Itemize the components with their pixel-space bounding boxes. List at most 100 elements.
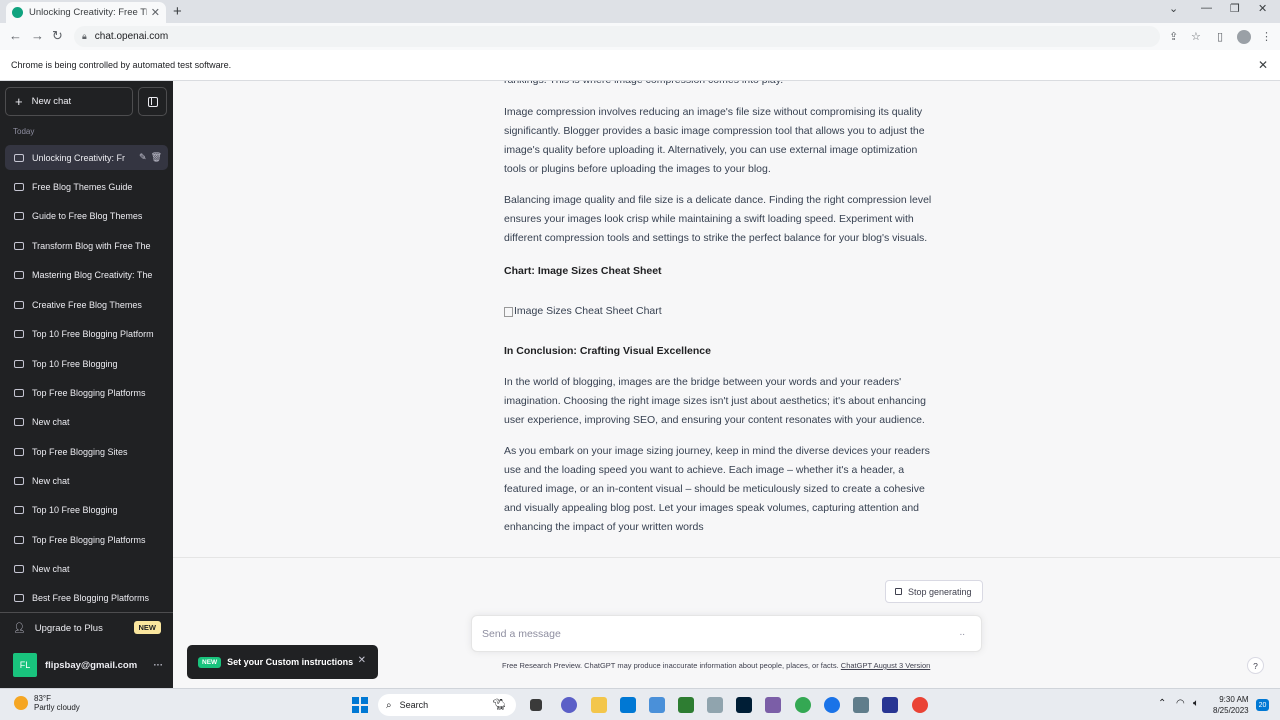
windows-start-icon[interactable] <box>352 697 368 713</box>
taskbar-search-label: Search <box>399 700 429 710</box>
sidebar-chat-item[interactable]: Top Free Blogging Platforms <box>5 527 168 552</box>
close-sidebar-button[interactable] <box>138 87 167 116</box>
tray-overflow-icon[interactable]: ⌃ <box>1158 698 1166 709</box>
stop-generating-button[interactable]: Stop generating <box>885 580 983 603</box>
weather-temp: 83°F <box>34 694 51 703</box>
tab-title: Unlocking Creativity: Free Theme <box>29 7 147 18</box>
chat-bubble-icon <box>14 359 24 368</box>
chrome-icon[interactable] <box>912 697 928 713</box>
message-paragraph: In the world of blogging, images are the… <box>504 376 926 426</box>
close-tab-icon[interactable]: ✕ <box>151 6 160 19</box>
clock-time: 9:30 AM <box>1219 695 1249 704</box>
sidebar-chat-item[interactable]: Best Free Blogging Platforms <box>5 585 168 610</box>
delete-trash-icon[interactable]: 🗑︎ <box>151 152 162 163</box>
file-explorer-icon[interactable] <box>591 697 607 713</box>
message-paragraph: As you embark on your image sizing journ… <box>504 445 930 533</box>
sidebar-chat-item[interactable]: Top 10 Free Blogging <box>5 351 168 376</box>
message-paragraph: Image compression involves reducing an i… <box>504 106 925 175</box>
close-window-icon[interactable]: ✕ <box>1258 2 1267 15</box>
app-icon[interactable] <box>649 697 665 713</box>
photoshop-icon[interactable] <box>736 697 752 713</box>
chrome-profile-icon[interactable] <box>795 697 811 713</box>
more-options-icon[interactable]: ··· <box>154 660 164 671</box>
message-input[interactable] <box>482 627 942 640</box>
browser-menu-icon[interactable]: ⋮ <box>1261 30 1272 43</box>
chat-bubble-icon <box>14 329 24 338</box>
chat-item-label: Top Free Blogging Sites <box>32 446 128 457</box>
bookmark-star-icon[interactable]: ☆ <box>1191 30 1201 43</box>
reload-icon[interactable]: ↻ <box>52 28 63 44</box>
upgrade-label: Upgrade to Plus <box>34 623 103 634</box>
close-toast-icon[interactable]: ✕ <box>358 655 366 666</box>
sidebar-chat-item[interactable]: Free Blog Themes Guide <box>5 174 168 199</box>
app-icon[interactable] <box>853 697 869 713</box>
share-icon[interactable]: ⇪ <box>1169 30 1178 43</box>
profile-avatar-icon[interactable] <box>1237 30 1251 44</box>
minimize-icon[interactable]: — <box>1201 2 1212 14</box>
edit-pencil-icon[interactable]: ✎ <box>139 152 147 163</box>
photos-icon[interactable] <box>707 697 723 713</box>
address-bar[interactable]: 🔒︎ chat.openai.com <box>74 26 1160 47</box>
maximize-icon[interactable]: ❐ <box>1230 2 1240 15</box>
disclaimer: Free Research Preview. ChatGPT may produ… <box>502 661 930 670</box>
account-menu[interactable]: FL flipsbay@gmail.com ··· <box>13 653 163 677</box>
account-email: flipsbay@gmail.com <box>45 659 138 671</box>
message-composer[interactable]: .. <box>471 615 982 652</box>
stop-icon <box>895 588 902 595</box>
browser-tab[interactable]: Unlocking Creativity: Free Theme ✕ <box>6 2 166 23</box>
sidebar-chat-item[interactable]: Transform Blog with Free The <box>5 233 168 258</box>
chat-item-label: Top 10 Free Blogging Platform <box>32 328 154 339</box>
sidebar-chat-item[interactable]: Top Free Blogging Platforms <box>5 380 168 405</box>
chat-main: rankings. This is where image compressio… <box>173 81 1280 688</box>
version-link[interactable]: ChatGPT August 3 Version <box>841 661 931 670</box>
tab-search-chevron-icon[interactable]: ⌄ <box>1169 2 1178 15</box>
sidebar-chat-item[interactable]: New chat <box>5 556 168 581</box>
send-button[interactable]: .. <box>959 627 965 638</box>
sidebar-chat-item[interactable]: Creative Free Blog Themes <box>5 292 168 317</box>
sidebar-chat-item[interactable]: Top Free Blogging Sites <box>5 439 168 464</box>
wifi-icon[interactable]: ◠ <box>1176 698 1185 709</box>
chat-bubble-icon <box>14 211 24 220</box>
message-paragraph: rankings. This is where image compressio… <box>504 81 936 90</box>
avatar: FL <box>13 653 37 677</box>
chat-bubble-icon <box>14 270 24 279</box>
task-view-icon[interactable] <box>530 699 542 711</box>
sidebar-chat-item-active[interactable]: Unlocking Creativity: Fr ✎ 🗑︎ <box>5 145 168 170</box>
side-panel-icon[interactable]: ▯ <box>1217 30 1223 43</box>
chat-item-label: Mastering Blog Creativity: The <box>32 269 153 280</box>
custom-instructions-toast[interactable]: NEW Set your Custom instructions ✕ <box>187 645 378 679</box>
chat-bubble-icon <box>14 182 24 191</box>
upgrade-to-plus-button[interactable]: 👤︎ Upgrade to Plus NEW <box>13 621 161 634</box>
chat-bubble-icon <box>14 153 24 162</box>
sidebar-chat-item[interactable]: Mastering Blog Creativity: The <box>5 262 168 287</box>
system-clock[interactable]: 9:30 AM 8/25/2023 <box>1213 694 1249 716</box>
excel-like-icon[interactable] <box>678 697 694 713</box>
new-chat-button[interactable]: + New chat <box>5 87 133 116</box>
taskbar-search[interactable]: ⌕ Search 🐪︎ <box>378 694 516 716</box>
chat-bubble-icon <box>14 388 24 397</box>
help-button[interactable]: ? <box>1247 657 1264 674</box>
chat-item-label: Guide to Free Blog Themes <box>32 210 143 221</box>
forward-icon[interactable]: → <box>31 28 44 43</box>
weather-widget[interactable]: 83°F Partly cloudy <box>14 694 80 712</box>
volume-icon[interactable]: 🔈︎ <box>1193 698 1199 709</box>
store-icon[interactable] <box>620 697 636 713</box>
sidebar-chat-item[interactable]: Guide to Free Blog Themes <box>5 203 168 228</box>
chat-app-icon[interactable] <box>561 697 577 713</box>
new-tab-icon[interactable]: + <box>173 3 182 20</box>
app-icon[interactable] <box>765 697 781 713</box>
app-icon[interactable] <box>882 697 898 713</box>
assistant-message: rankings. This is where image compressio… <box>173 81 1280 558</box>
sidebar-chat-item[interactable]: Top 10 Free Blogging <box>5 497 168 522</box>
chrome-profile-icon[interactable] <box>824 697 840 713</box>
plus-icon: + <box>15 94 23 109</box>
chat-item-label: Transform Blog with Free The <box>32 240 151 251</box>
chat-item-label: Creative Free Blog Themes <box>32 299 142 310</box>
notification-badge[interactable]: 20 <box>1256 699 1269 711</box>
sidebar-chat-item[interactable]: New chat <box>5 468 168 493</box>
back-icon[interactable]: ← <box>9 28 22 43</box>
sidebar-chat-item[interactable]: Top 10 Free Blogging Platform <box>5 321 168 346</box>
user-icon: 👤︎ <box>13 623 26 634</box>
sidebar-chat-item[interactable]: New chat <box>5 409 168 434</box>
close-infobar-icon[interactable]: ✕ <box>1258 58 1268 72</box>
